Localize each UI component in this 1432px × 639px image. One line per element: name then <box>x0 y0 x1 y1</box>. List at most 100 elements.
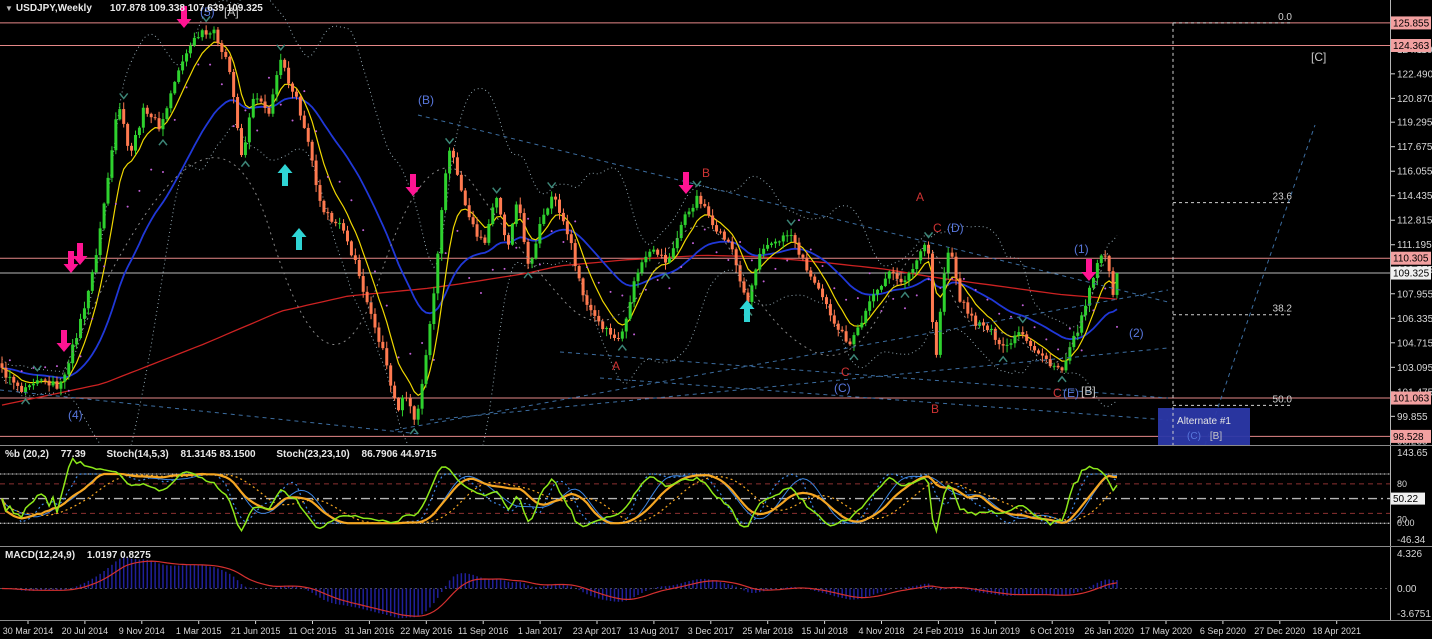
wave-label: (4) <box>68 408 83 422</box>
price-badge-label: 124.363 <box>1393 41 1430 52</box>
trading-terminal: Alternate #1 (C) [B] 0.0 23.6 38.2 50.0 (5) [A](… <box>0 0 1432 639</box>
date-tick-label: 26 Jan 2020 <box>1084 626 1134 636</box>
price-tick-label: 116.055 <box>1397 167 1432 178</box>
fib-level-label: 38.2 <box>1273 304 1293 315</box>
macd-scale-zero: 0.00 <box>1397 584 1417 595</box>
ohlc-readout: 107.878 109.338 107.639 109.325 <box>109 3 263 14</box>
price-badge-label: 109.325 <box>1393 269 1430 280</box>
date-tick-label: 25 Mar 2018 <box>742 626 793 636</box>
date-tick-label: 4 Nov 2018 <box>858 626 904 636</box>
date-tick-label: 24 Feb 2019 <box>913 626 964 636</box>
date-tick-label: 17 May 2020 <box>1140 626 1192 636</box>
wave-label: A <box>612 359 620 373</box>
wave-label: C <box>933 221 942 235</box>
percent-b-header: %b (20,2) 77.39 Stoch(14,5,3) 81.3145 83… <box>5 449 455 460</box>
fib-level-label: 50.0 <box>1273 394 1293 405</box>
price-tick-label: 106.335 <box>1397 314 1432 325</box>
magenta-down-arrow <box>72 243 88 265</box>
pb-level-20: 20 <box>1397 514 1407 524</box>
date-tick-label: 20 Jul 2014 <box>62 626 109 636</box>
chart-canvas[interactable]: Alternate #1(C) [B]0.023.638.250.0(5) [A](… <box>0 0 1432 639</box>
stoch-fast-label: Stoch(14,5,3) 81.3145 83.1500 <box>106 449 256 460</box>
wave-label: (B) <box>418 93 434 107</box>
date-tick-label: 13 Aug 2017 <box>629 626 680 636</box>
price-tick-label: 122.490 <box>1397 69 1432 80</box>
date-axis[interactable]: 30 Mar 2014 20 Jul 2014 9 Nov 2014 1 Mar 20… <box>3 621 1361 636</box>
pb-scale-min: -46.34 <box>1397 535 1426 546</box>
price-badge-label: 101.063 <box>1393 394 1430 405</box>
alternate-box-wave-gray: [B] <box>1210 431 1222 442</box>
date-tick-label: 18 Apr 2021 <box>1312 626 1361 636</box>
pb-level-80: 80 <box>1397 479 1407 489</box>
price-tick-label: 120.870 <box>1397 94 1432 105</box>
date-tick-label: 6 Sep 2020 <box>1200 626 1246 636</box>
price-tick-label: 99.855 <box>1397 412 1428 423</box>
date-tick-label: 1 Jan 2017 <box>518 626 563 636</box>
price-tick-label: 117.675 <box>1397 142 1432 153</box>
wave-label: (E) <box>1063 386 1079 400</box>
wave-label: (C) <box>834 381 851 395</box>
pb-scale-max: 143.65 <box>1397 448 1428 459</box>
macd-scale-min: -3.6751 <box>1397 609 1431 620</box>
price-badge-label: 98.528 <box>1393 432 1424 443</box>
date-tick-label: 6 Oct 2019 <box>1030 626 1074 636</box>
annotations-layer: Alternate #1(C) [B]0.023.638.250.0(5) [A](… <box>56 5 1326 445</box>
date-tick-label: 16 Jun 2019 <box>971 626 1021 636</box>
date-tick-label: 11 Sep 2016 <box>458 626 508 636</box>
cyan-up-arrow <box>291 228 307 250</box>
wave-label: [C] <box>1311 50 1326 64</box>
price-tick-label: 114.435 <box>1397 191 1432 202</box>
cyan-up-arrow <box>277 164 293 186</box>
price-tick-label: 104.715 <box>1397 338 1432 349</box>
magenta-down-arrow <box>63 251 79 273</box>
macd-plot <box>0 557 1390 619</box>
wave-label: B <box>702 166 710 180</box>
wave-label: B <box>931 402 939 416</box>
price-badge-label: 110.305 <box>1393 254 1429 265</box>
price-tick-label: 111.195 <box>1397 240 1432 251</box>
price-scale[interactable]: 124.110122.490120.870119.295117.675116.0… <box>0 0 1432 621</box>
date-tick-label: 30 Mar 2014 <box>3 626 54 636</box>
symbol-label: USDJPY,Weekly <box>15 3 92 14</box>
magenta-down-arrow <box>405 174 421 196</box>
date-tick-label: 3 Dec 2017 <box>688 626 734 636</box>
macd-header: MACD(12,24,9) 1.0197 0.8275 <box>5 550 169 561</box>
stoch-slow-label: Stoch(23,23,10) 86.7906 44.9715 <box>276 449 437 460</box>
date-tick-label: 27 Dec 2020 <box>1254 626 1305 636</box>
wave-label: (2) <box>1129 326 1144 340</box>
date-tick-label: 21 Jun 2015 <box>231 626 281 636</box>
date-tick-label: 31 Jan 2016 <box>345 626 395 636</box>
fib-level-label: 0.0 <box>1278 12 1292 23</box>
macd-label: MACD(12,24,9) 1.0197 0.8275 <box>5 550 151 561</box>
wave-label: (D) <box>947 221 964 235</box>
price-tick-label: 103.095 <box>1397 363 1432 374</box>
alternate-box-title: Alternate #1 <box>1177 416 1231 427</box>
cycle-curve <box>59 157 1109 381</box>
date-tick-label: 15 Jul 2018 <box>801 626 848 636</box>
dropdown-arrow-icon: ▼ <box>5 4 13 13</box>
wave-label: C <box>1053 386 1062 400</box>
percent-b-plot <box>0 456 1390 535</box>
chart-header: ▼ USDJPY,Weekly 107.878 109.338 107.639 10… <box>5 3 272 14</box>
date-tick-label: 9 Nov 2014 <box>119 626 165 636</box>
date-tick-label: 23 Apr 2017 <box>573 626 622 636</box>
fib-level-label: 23.6 <box>1273 192 1293 203</box>
symbol-selector[interactable]: ▼ USDJPY,Weekly <box>5 3 101 14</box>
magenta-down-arrow <box>56 330 72 352</box>
price-tick-label: 119.295 <box>1397 118 1432 129</box>
wave-label: [B] <box>1081 384 1096 398</box>
magenta-down-arrow <box>1081 259 1097 281</box>
alternate-box-wave-blue: (C) <box>1187 431 1201 442</box>
wave-label: C <box>841 365 850 379</box>
wave-label: (1) <box>1074 242 1089 256</box>
pb-current-value: 50.22 <box>1393 494 1418 505</box>
price-badge-label: 125.855 <box>1393 18 1430 29</box>
date-tick-label: 1 Mar 2015 <box>176 626 222 636</box>
macd-scale-max: 4.326 <box>1397 549 1422 560</box>
date-tick-label: 22 May 2016 <box>400 626 452 636</box>
date-tick-label: 11 Oct 2015 <box>288 626 336 636</box>
percent-b-label: %b (20,2) 77.39 <box>5 449 86 460</box>
wave-label: A <box>916 190 924 204</box>
price-tick-label: 107.955 <box>1397 289 1432 300</box>
price-tick-label: 112.815 <box>1397 216 1432 227</box>
